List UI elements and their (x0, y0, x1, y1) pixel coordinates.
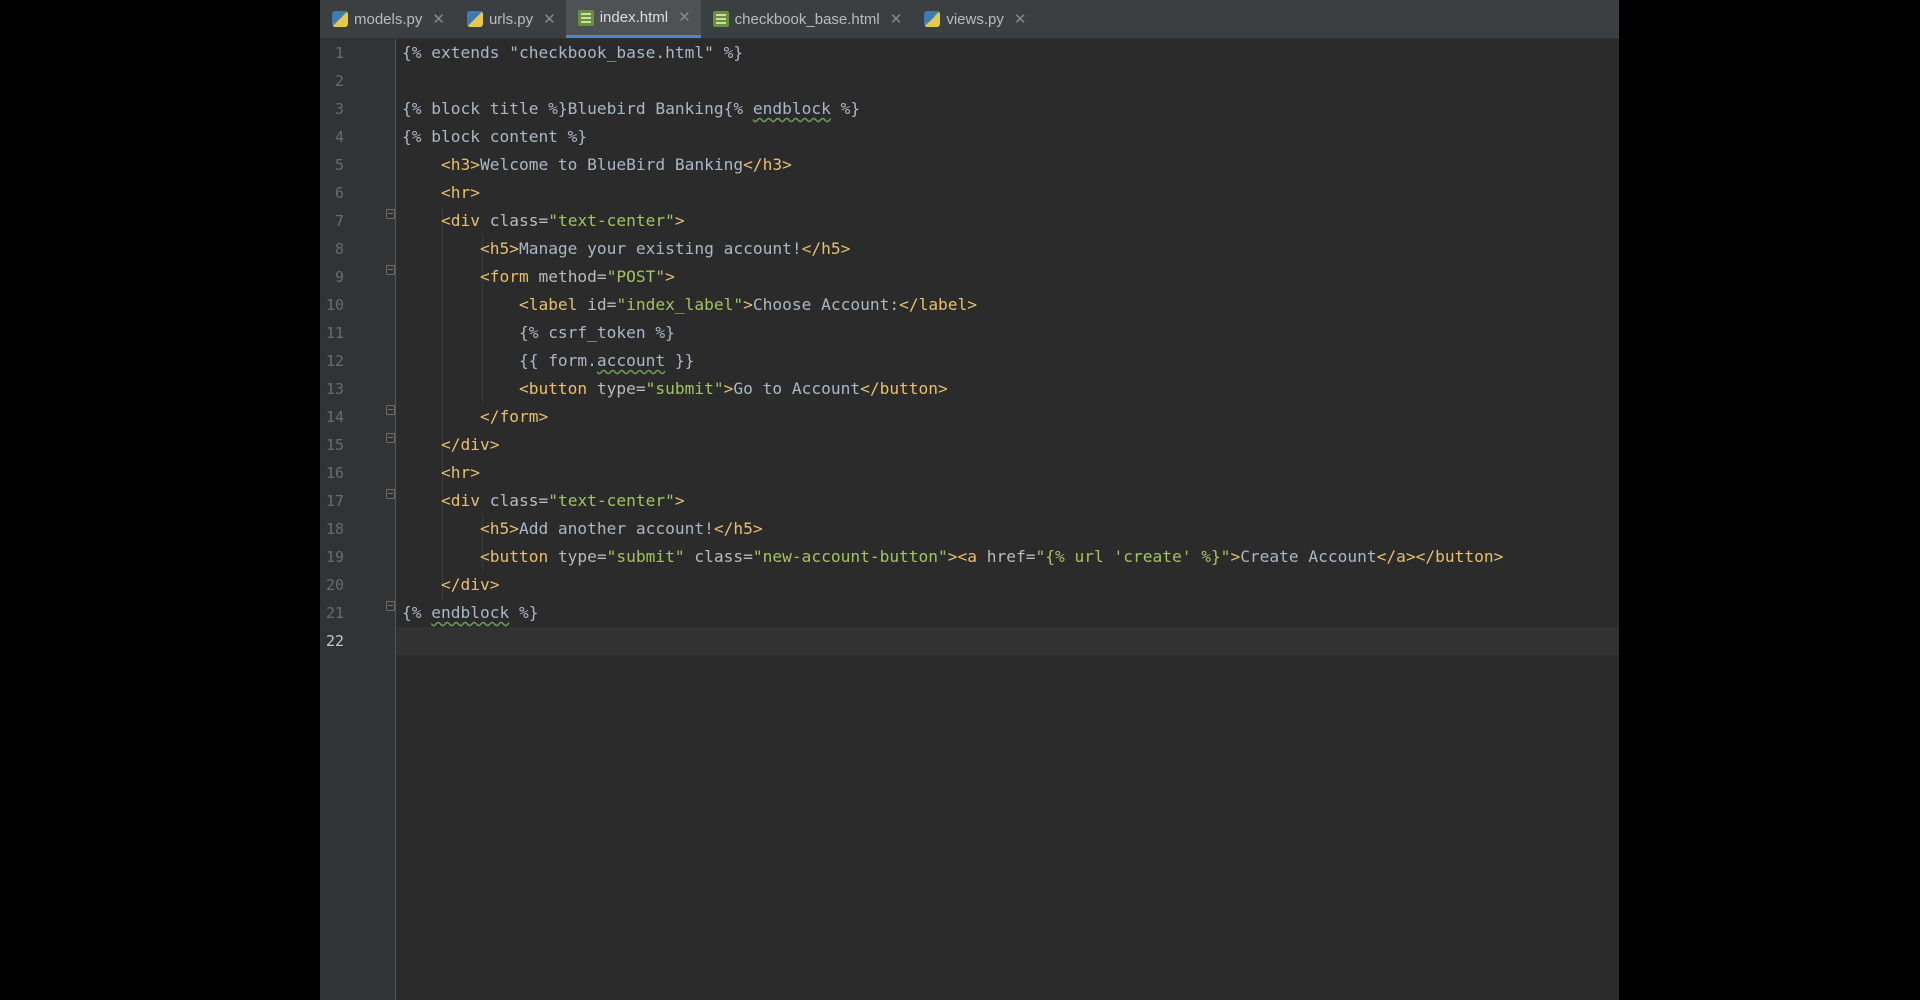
code-editor[interactable]: {% extends "checkbook_base.html" %} {% b… (396, 39, 1619, 1000)
tab-label: views.py (946, 10, 1004, 28)
code-line: <h5>Manage your existing account!</h5> (479, 239, 851, 258)
code-line: <button type="submit">Go to Account</but… (518, 379, 948, 398)
fold-marker-icon[interactable] (386, 433, 395, 443)
line-number: 11 (325, 324, 344, 342)
python-file-icon (332, 11, 348, 27)
line-number: 16 (325, 464, 344, 482)
line-number: 3 (334, 100, 344, 118)
line-number: 2 (334, 72, 344, 90)
line-number: 20 (325, 576, 344, 594)
close-icon[interactable]: ✕ (890, 12, 903, 27)
close-icon[interactable]: ✕ (543, 12, 556, 27)
code-line: {% block content %} (402, 127, 588, 146)
close-icon[interactable]: ✕ (678, 10, 691, 25)
fold-marker-icon[interactable] (386, 601, 395, 611)
tab-views-py[interactable]: views.py ✕ (912, 0, 1036, 38)
code-line: <div class="text-center"> (440, 491, 685, 510)
html-file-icon (577, 9, 594, 26)
line-number: 6 (334, 184, 344, 202)
code-line: <h3>Welcome to BlueBird Banking</h3> (440, 155, 792, 174)
line-number: 1 (334, 44, 344, 62)
tab-index-html[interactable]: index.html ✕ (565, 0, 701, 38)
line-number: 15 (325, 436, 344, 454)
fold-marker-icon[interactable] (386, 489, 395, 499)
ide-window: models.py ✕ urls.py ✕ index.html ✕ check… (320, 0, 1619, 1000)
code-line: {% csrf_token %} (518, 323, 675, 342)
tab-urls-py[interactable]: urls.py ✕ (455, 0, 566, 38)
python-file-icon (466, 11, 483, 27)
tab-label: models.py (354, 10, 423, 28)
editor-tab-bar: models.py ✕ urls.py ✕ index.html ✕ check… (320, 0, 1619, 39)
line-number-gutter[interactable]: 1 2 3 4 5 6 7 8 9 10 11 12 13 14 15 16 1… (320, 39, 396, 1000)
tab-models-py[interactable]: models.py ✕ (320, 0, 455, 38)
line-number: 12 (325, 352, 344, 370)
fold-marker-icon[interactable] (386, 265, 395, 275)
line-number: 14 (325, 408, 344, 426)
tab-label: checkbook_base.html (734, 10, 880, 28)
tab-checkbook-base-html[interactable]: checkbook_base.html ✕ (701, 0, 913, 38)
code-line: <hr> (440, 463, 480, 482)
code-line: <form method="POST"> (479, 267, 675, 286)
fold-marker-icon[interactable] (386, 405, 395, 415)
line-number: 18 (325, 520, 344, 538)
close-icon[interactable]: ✕ (432, 12, 445, 27)
line-number: 10 (325, 296, 344, 314)
code-line: {% block title %}Bluebird Banking{% endb… (402, 99, 861, 118)
code-line: <h5>Add another account!</h5> (479, 519, 763, 538)
line-number: 17 (325, 492, 344, 510)
code-line: </form> (479, 407, 549, 426)
code-line: <label id="index_label">Choose Account:<… (518, 295, 978, 314)
line-number: 9 (334, 268, 344, 286)
line-number: 5 (334, 156, 344, 174)
code-line: {{ form.account }} (518, 351, 695, 370)
line-number: 4 (334, 128, 344, 146)
tab-label: index.html (599, 9, 669, 26)
close-icon[interactable]: ✕ (1014, 12, 1027, 27)
code-line: <button type="submit" class="new-account… (479, 547, 1504, 566)
line-number: 22 (325, 632, 344, 650)
line-number: 7 (334, 212, 344, 230)
code-line: {% endblock %} (402, 603, 539, 622)
line-number: 21 (325, 604, 344, 622)
code-line: <div class="text-center"> (440, 211, 685, 230)
tab-label: urls.py (488, 10, 534, 28)
fold-marker-icon[interactable] (386, 209, 395, 219)
code-line: <hr> (440, 183, 480, 202)
code-line: </div> (440, 575, 500, 594)
code-line: {% extends "checkbook_base.html" %} (402, 43, 744, 62)
code-line: </div> (440, 435, 500, 454)
current-line-highlight (396, 627, 1619, 655)
line-number: 13 (325, 380, 344, 398)
line-number: 8 (334, 240, 344, 258)
python-file-icon (924, 11, 941, 27)
html-file-icon (712, 11, 729, 27)
line-number: 19 (325, 548, 344, 566)
